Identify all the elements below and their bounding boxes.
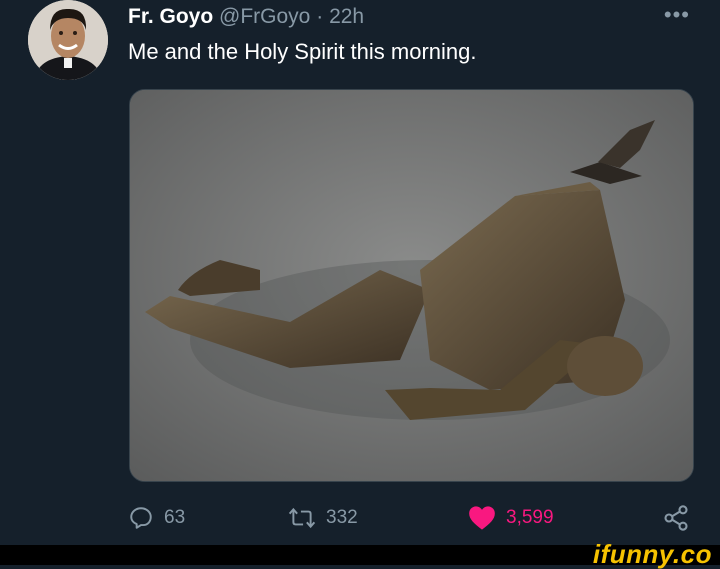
author-avatar[interactable] [28, 0, 108, 80]
retweet-icon [288, 507, 316, 529]
tweet-header: Fr. Goyo @FrGoyo · 22h [128, 4, 364, 30]
like-count: 3,599 [506, 507, 554, 528]
author-name[interactable]: Fr. Goyo [128, 5, 213, 28]
reply-icon [130, 507, 152, 529]
share-icon [664, 505, 688, 531]
like-button[interactable]: 3,599 [468, 500, 554, 536]
reply-button[interactable]: 63 [128, 500, 185, 536]
tweet-media-image[interactable] [129, 89, 694, 482]
tweet-actions: 63 332 3,599 [128, 500, 692, 536]
statue-photo [130, 90, 693, 481]
header-separator: · [316, 5, 324, 28]
avatar-portrait [28, 0, 108, 80]
retweet-button[interactable]: 332 [288, 500, 358, 536]
watermark-bar: ifunny.co [0, 539, 720, 569]
reply-count: 63 [164, 507, 186, 528]
author-handle[interactable]: @FrGoyo [219, 5, 310, 28]
share-button[interactable] [662, 500, 690, 536]
heart-icon [469, 506, 495, 530]
more-options-icon[interactable]: ••• [664, 2, 690, 28]
retweet-count: 332 [326, 507, 358, 528]
tweet-text: Me and the Holy Spirit this morning. [128, 39, 477, 64]
tweet-timestamp[interactable]: 22h [329, 5, 364, 28]
